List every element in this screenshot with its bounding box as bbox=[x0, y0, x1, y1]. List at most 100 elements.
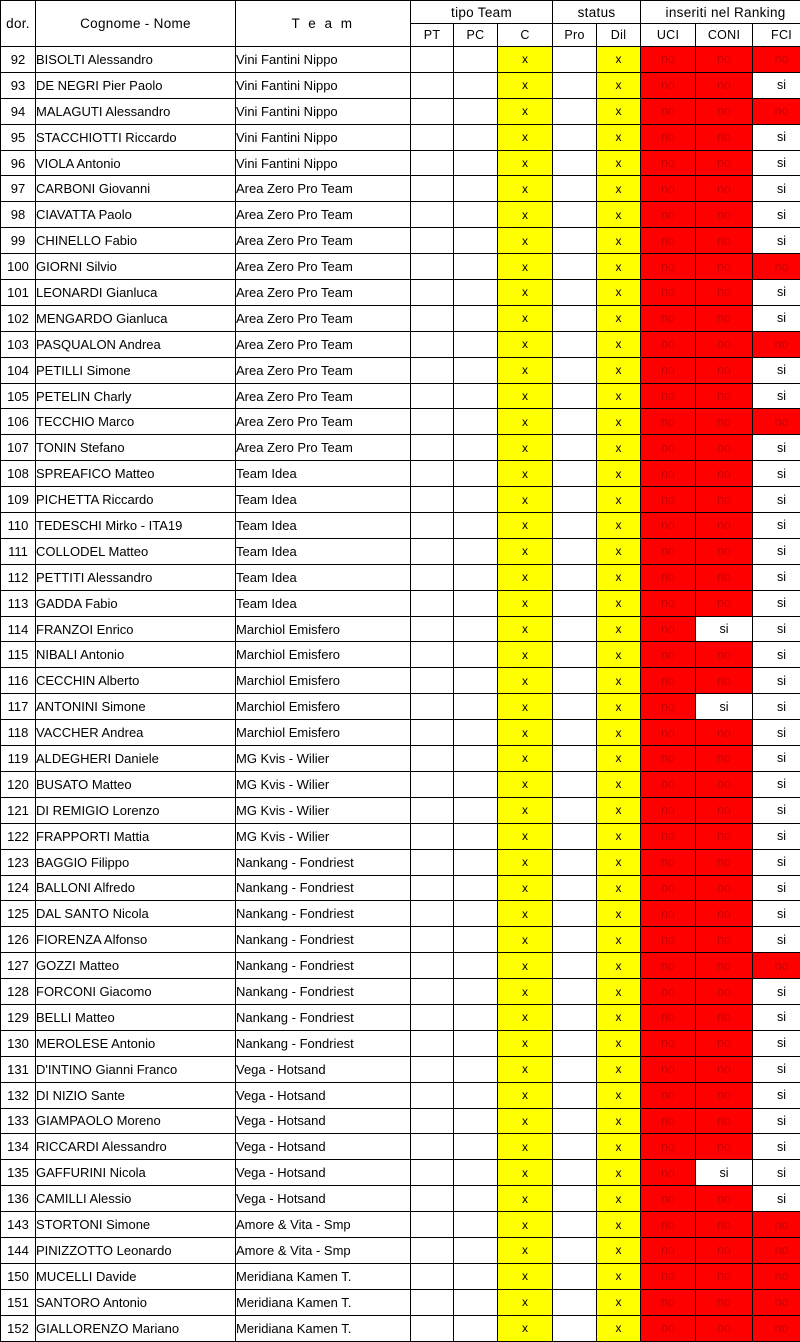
cell-Dil: x bbox=[597, 487, 641, 513]
cell-team: Area Zero Pro Team bbox=[236, 305, 411, 331]
cell-dor: 94 bbox=[1, 98, 36, 124]
header-c: C bbox=[498, 24, 553, 47]
cell-Pro bbox=[553, 590, 597, 616]
cell-PC bbox=[454, 357, 498, 383]
cell-Dil: x bbox=[597, 1315, 641, 1341]
cell-team: Vega - Hotsand bbox=[236, 1186, 411, 1212]
cell-PC bbox=[454, 953, 498, 979]
table-row: 98CIAVATTA PaoloArea Zero Pro Teamxxnono… bbox=[1, 202, 800, 228]
cell-CONI: no bbox=[696, 642, 753, 668]
cell-dor: 143 bbox=[1, 1212, 36, 1238]
cell-name: FORCONI Giacomo bbox=[36, 979, 236, 1005]
cell-C: x bbox=[498, 564, 553, 590]
cell-UCI: no bbox=[641, 1237, 696, 1263]
cell-UCI: no bbox=[641, 875, 696, 901]
header-dorsale: dor. bbox=[1, 1, 36, 47]
table-row: 103PASQUALON AndreaArea Zero Pro Teamxxn… bbox=[1, 331, 800, 357]
cell-C: x bbox=[498, 331, 553, 357]
cell-CONI: no bbox=[696, 927, 753, 953]
cell-name: GOZZI Matteo bbox=[36, 953, 236, 979]
cell-name: FRAPPORTI Mattia bbox=[36, 823, 236, 849]
cell-name: BUSATO Matteo bbox=[36, 771, 236, 797]
cell-C: x bbox=[498, 1030, 553, 1056]
cell-name: NIBALI Antonio bbox=[36, 642, 236, 668]
cell-CONI: no bbox=[696, 564, 753, 590]
cell-PT bbox=[411, 901, 454, 927]
table-row: 129BELLI MatteoNankang - Fondriestxxnono… bbox=[1, 1004, 800, 1030]
cell-PT bbox=[411, 72, 454, 98]
cell-C: x bbox=[498, 1212, 553, 1238]
cell-FCI: si bbox=[753, 228, 800, 254]
cell-name: DI REMIGIO Lorenzo bbox=[36, 797, 236, 823]
cell-CONI: no bbox=[696, 1030, 753, 1056]
cell-team: Vega - Hotsand bbox=[236, 1082, 411, 1108]
cell-dor: 130 bbox=[1, 1030, 36, 1056]
cell-Dil: x bbox=[597, 383, 641, 409]
cell-dor: 123 bbox=[1, 849, 36, 875]
cell-team: Vini Fantini Nippo bbox=[236, 124, 411, 150]
cell-PC bbox=[454, 176, 498, 202]
cell-Dil: x bbox=[597, 124, 641, 150]
cell-Pro bbox=[553, 47, 597, 73]
cell-name: PINIZZOTTO Leonardo bbox=[36, 1237, 236, 1263]
cell-C: x bbox=[498, 1186, 553, 1212]
cell-Dil: x bbox=[597, 1108, 641, 1134]
cell-Pro bbox=[553, 435, 597, 461]
table-row: 110TEDESCHI Mirko - ITA19Team Ideaxxnono… bbox=[1, 513, 800, 539]
table-row: 96VIOLA AntonioVini Fantini Nippoxxnonos… bbox=[1, 150, 800, 176]
cell-PT bbox=[411, 1289, 454, 1315]
cell-Dil: x bbox=[597, 1004, 641, 1030]
cell-UCI: no bbox=[641, 150, 696, 176]
cell-FCI: si bbox=[753, 202, 800, 228]
cell-PC bbox=[454, 1160, 498, 1186]
cell-team: Vini Fantini Nippo bbox=[236, 150, 411, 176]
cell-CONI: no bbox=[696, 383, 753, 409]
cell-dor: 125 bbox=[1, 901, 36, 927]
cell-name: STACCHIOTTI Riccardo bbox=[36, 124, 236, 150]
cell-Pro bbox=[553, 1186, 597, 1212]
cell-PT bbox=[411, 202, 454, 228]
cell-FCI: si bbox=[753, 280, 800, 306]
cell-CONI: si bbox=[696, 694, 753, 720]
cell-Dil: x bbox=[597, 202, 641, 228]
table-row: 94MALAGUTI AlessandroVini Fantini Nippox… bbox=[1, 98, 800, 124]
cell-UCI: no bbox=[641, 823, 696, 849]
table-row: 128FORCONI GiacomoNankang - Fondriestxxn… bbox=[1, 979, 800, 1005]
cell-CONI: no bbox=[696, 47, 753, 73]
cell-Dil: x bbox=[597, 720, 641, 746]
cell-name: GIALLORENZO Mariano bbox=[36, 1315, 236, 1341]
table-row: 97CARBONI GiovanniArea Zero Pro Teamxxno… bbox=[1, 176, 800, 202]
cell-CONI: no bbox=[696, 305, 753, 331]
cell-PC bbox=[454, 797, 498, 823]
cell-FCI: no bbox=[753, 953, 800, 979]
header-group-row: dor. Cognome - Nome T e a m tipo Team st… bbox=[1, 1, 800, 24]
cell-CONI: no bbox=[696, 1212, 753, 1238]
cell-Pro bbox=[553, 642, 597, 668]
cell-FCI: si bbox=[753, 901, 800, 927]
cell-PT bbox=[411, 616, 454, 642]
cell-team: Marchiol Emisfero bbox=[236, 720, 411, 746]
cell-PC bbox=[454, 823, 498, 849]
cell-Pro bbox=[553, 927, 597, 953]
cell-FCI: no bbox=[753, 1263, 800, 1289]
cell-team: Team Idea bbox=[236, 538, 411, 564]
cell-Pro bbox=[553, 564, 597, 590]
header-coni: CONI bbox=[696, 24, 753, 47]
cell-C: x bbox=[498, 357, 553, 383]
cell-dor: 121 bbox=[1, 797, 36, 823]
cell-C: x bbox=[498, 47, 553, 73]
cell-name: BELLI Matteo bbox=[36, 1004, 236, 1030]
cell-PT bbox=[411, 823, 454, 849]
cell-C: x bbox=[498, 228, 553, 254]
cell-team: Vega - Hotsand bbox=[236, 1160, 411, 1186]
cell-FCI: si bbox=[753, 72, 800, 98]
cell-Dil: x bbox=[597, 979, 641, 1005]
cell-Pro bbox=[553, 176, 597, 202]
cell-UCI: no bbox=[641, 176, 696, 202]
table-row: 151SANTORO AntonioMeridiana Kamen T.xxno… bbox=[1, 1289, 800, 1315]
cell-PT bbox=[411, 513, 454, 539]
cell-CONI: no bbox=[696, 538, 753, 564]
cell-dor: 152 bbox=[1, 1315, 36, 1341]
cell-UCI: no bbox=[641, 1082, 696, 1108]
cell-PT bbox=[411, 564, 454, 590]
